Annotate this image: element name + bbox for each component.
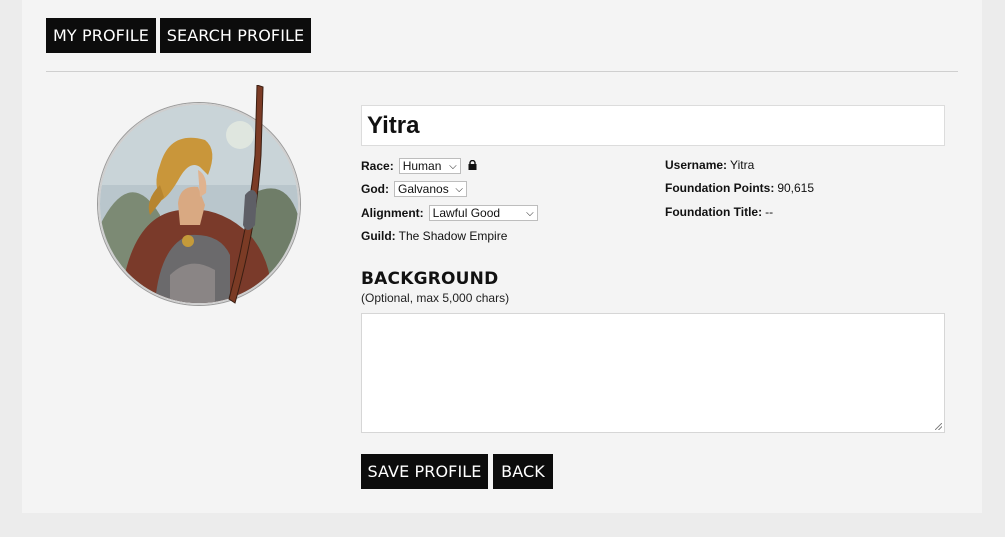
foundation-title-label: Foundation Title: bbox=[665, 205, 763, 219]
username-value: Yitra bbox=[730, 158, 755, 172]
foundation-title-field: Foundation Title: -- bbox=[665, 205, 773, 219]
search-profile-button[interactable]: SEARCH PROFILE bbox=[160, 18, 311, 53]
foundation-points-label: Foundation Points: bbox=[665, 181, 775, 195]
avatar bbox=[98, 103, 300, 305]
username-label: Username: bbox=[665, 158, 728, 172]
god-label: God: bbox=[361, 182, 389, 196]
race-field: Race: Human ⌵ bbox=[361, 158, 477, 174]
race-select[interactable]: Human ⌵ bbox=[398, 158, 461, 174]
race-label: Race: bbox=[361, 159, 394, 173]
guild-value: The Shadow Empire bbox=[398, 229, 508, 243]
alignment-value: Lawful Good bbox=[432, 206, 501, 220]
god-select[interactable]: Galvanos ⌵ bbox=[394, 181, 467, 197]
guild-label: Guild: bbox=[361, 229, 396, 243]
god-value: Galvanos bbox=[398, 182, 449, 196]
chevron-down-icon: ⌵ bbox=[526, 207, 534, 219]
foundation-title-value: -- bbox=[765, 205, 774, 219]
character-name-input[interactable] bbox=[361, 105, 945, 146]
foundation-points-field: Foundation Points: 90,615 bbox=[665, 181, 814, 195]
divider bbox=[46, 71, 958, 72]
race-value: Human bbox=[402, 159, 442, 173]
god-field: God: Galvanos ⌵ bbox=[361, 181, 467, 197]
chevron-down-icon: ⌵ bbox=[455, 183, 463, 195]
background-textarea[interactable] bbox=[361, 313, 945, 433]
save-profile-button[interactable]: SAVE PROFILE bbox=[361, 454, 488, 489]
resize-handle-icon[interactable] bbox=[935, 423, 942, 430]
bow-illustration bbox=[228, 85, 264, 304]
alignment-label: Alignment: bbox=[361, 206, 424, 220]
back-button[interactable]: BACK bbox=[493, 454, 553, 489]
foundation-points-value: 90,615 bbox=[777, 181, 815, 195]
alignment-field: Alignment: Lawful Good ⌵ bbox=[361, 205, 538, 221]
alignment-select[interactable]: Lawful Good ⌵ bbox=[428, 205, 538, 221]
my-profile-button[interactable]: MY PROFILE bbox=[46, 18, 156, 53]
background-hint: (Optional, max 5,000 chars) bbox=[361, 291, 510, 305]
chevron-down-icon: ⌵ bbox=[449, 160, 457, 172]
guild-field: Guild: The Shadow Empire bbox=[361, 229, 507, 243]
username-field: Username: Yitra bbox=[665, 158, 754, 172]
profile-panel: MY PROFILE SEARCH PROFILE Race: Human bbox=[22, 0, 982, 513]
background-heading: BACKGROUND bbox=[361, 269, 499, 289]
lock-icon bbox=[468, 159, 477, 173]
